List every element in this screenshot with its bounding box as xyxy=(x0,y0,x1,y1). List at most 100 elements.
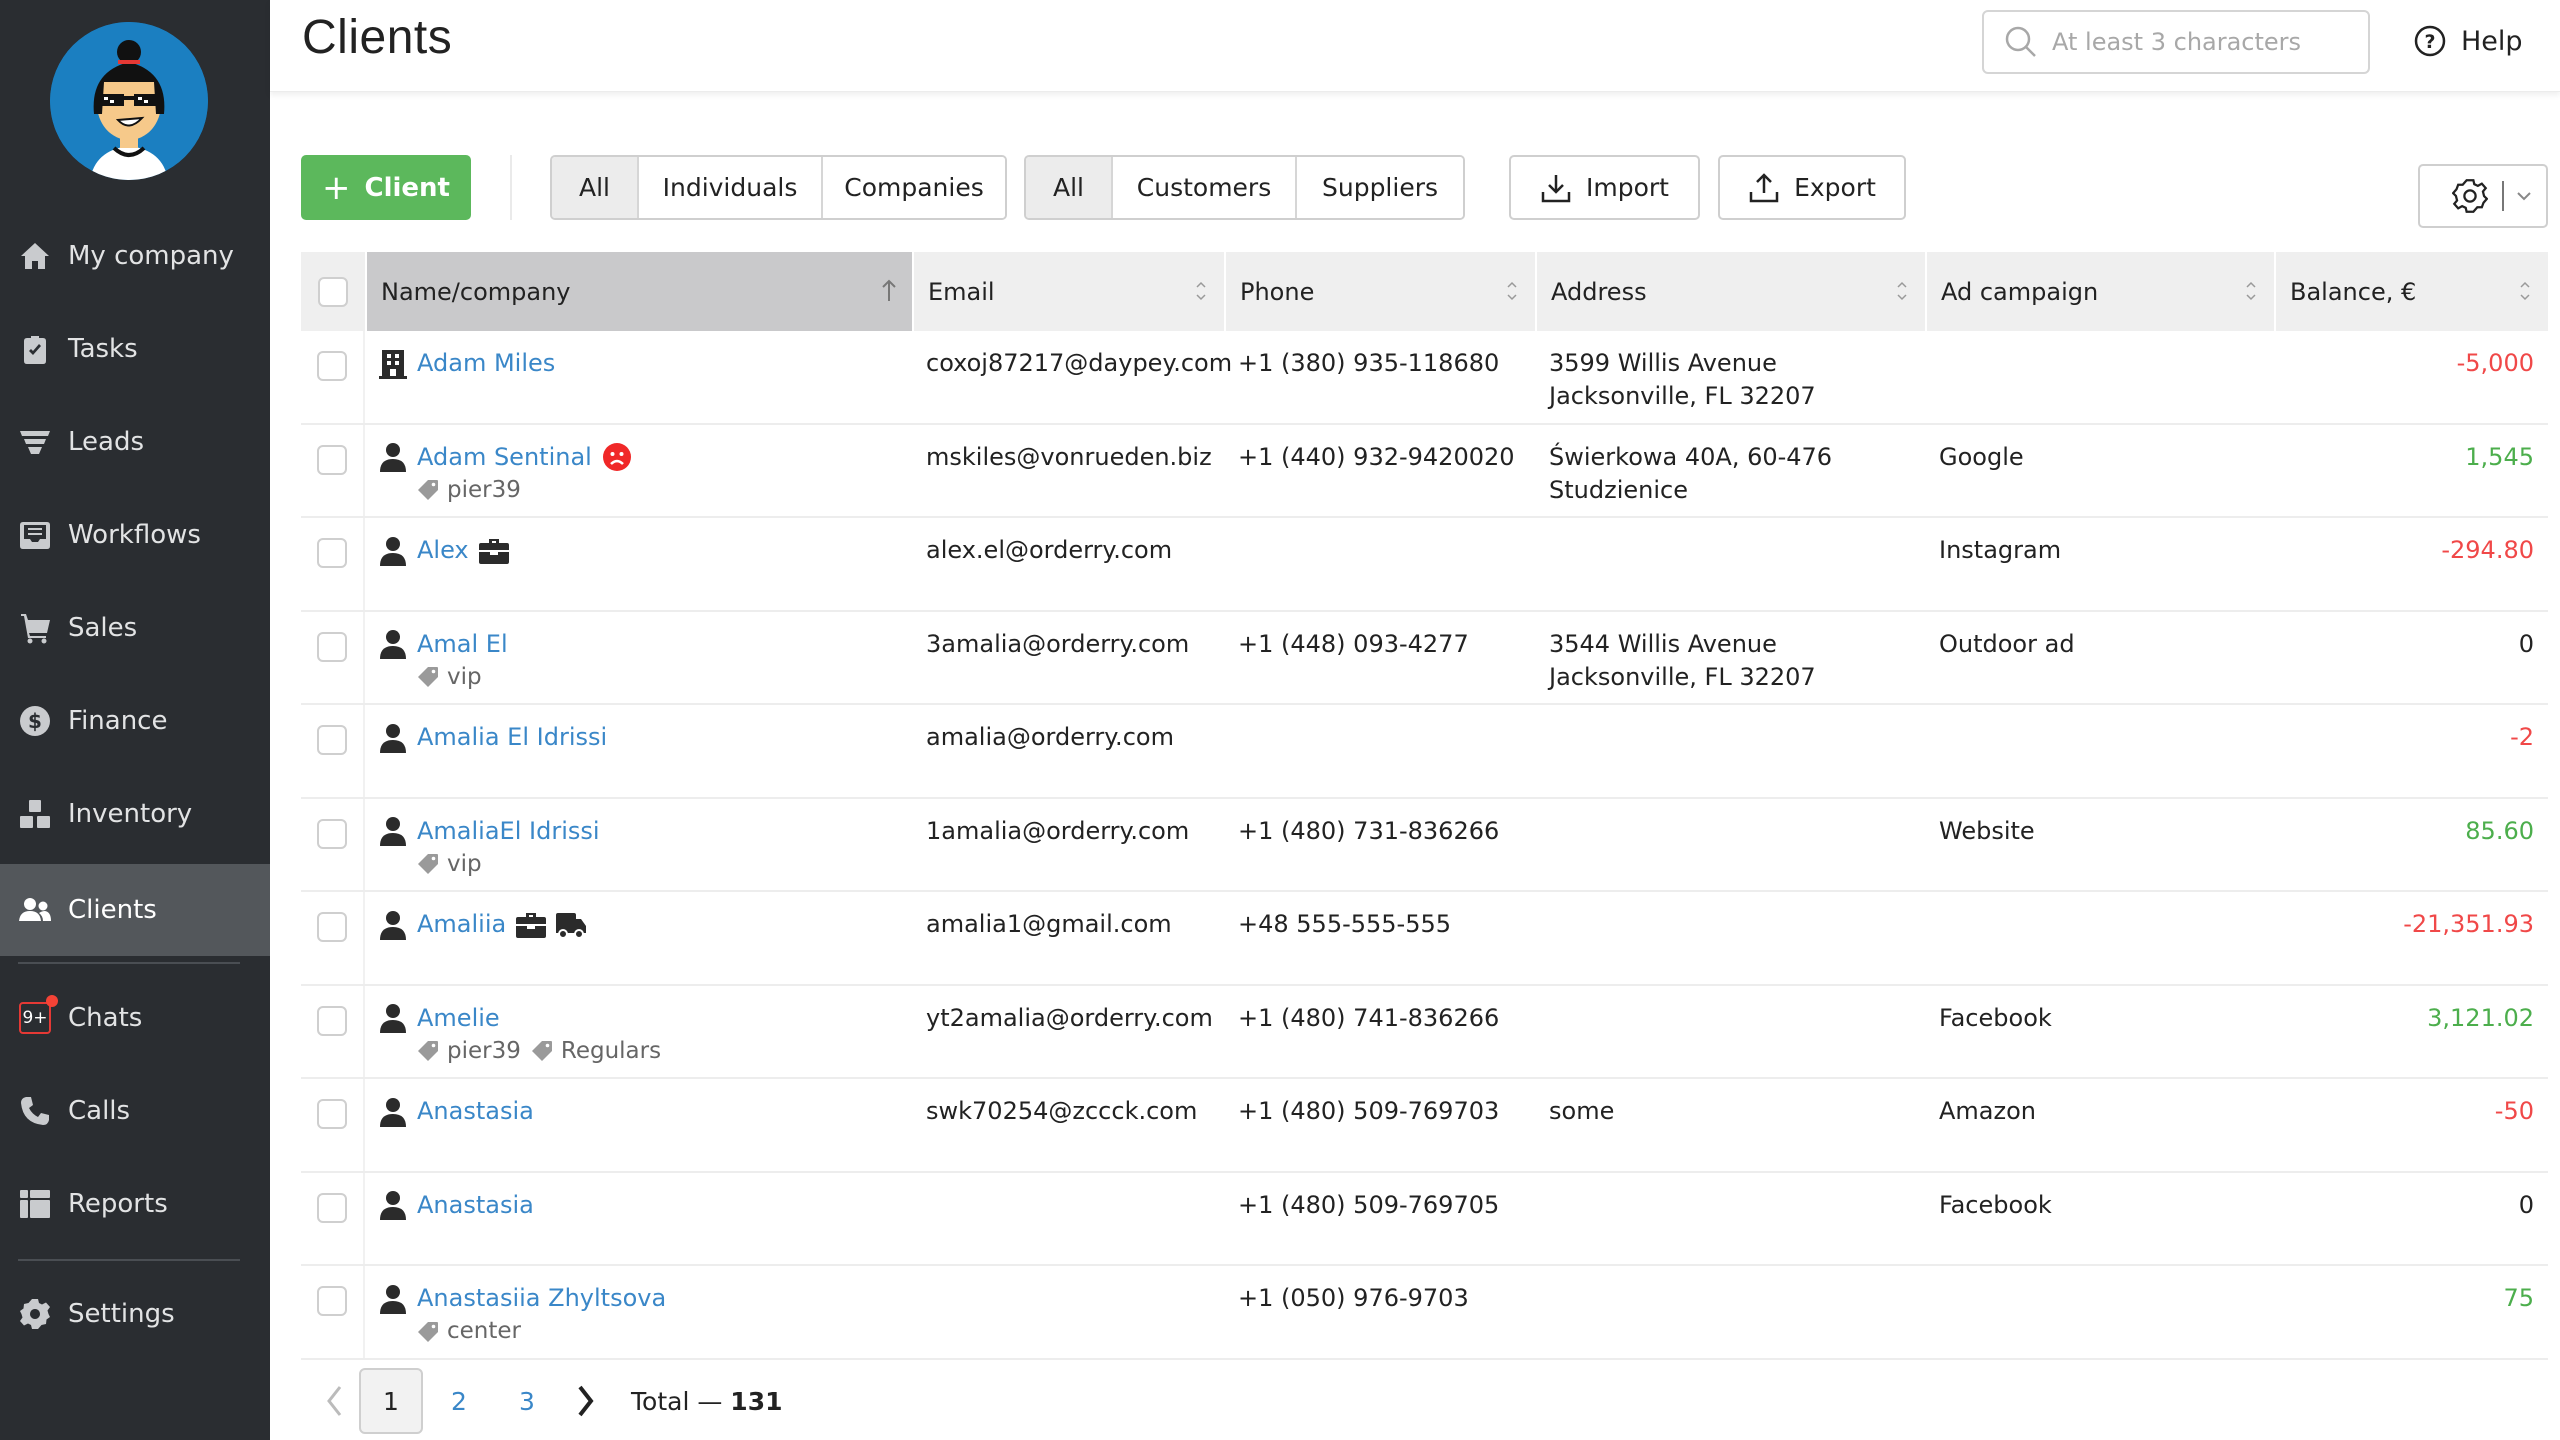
client-name-link[interactable]: Adam Miles xyxy=(417,347,555,380)
column-header-address[interactable]: Address xyxy=(1535,252,1925,331)
sidebar-item-tasks[interactable]: Tasks xyxy=(0,303,270,395)
table-row[interactable]: Amalia El Idrissi amalia@orderry.com -2 xyxy=(301,705,2548,799)
table-row[interactable]: Adam Miles coxoj87217@daypey.com +1 (380) … xyxy=(301,331,2548,425)
table-row[interactable]: Anastasia swk70254@zccck.com +1 (480) 509-… xyxy=(301,1079,2548,1173)
tag-label: vip xyxy=(447,850,482,877)
users-icon xyxy=(18,893,52,927)
client-name-link[interactable]: Anastasiia Zhyltsova xyxy=(417,1282,666,1315)
client-role-filter: All Customers Suppliers xyxy=(1024,155,1465,220)
table-row[interactable]: Adam Sentinal pier39 mskiles@vonrueden.biz… xyxy=(301,424,2548,518)
balance-cell: -2 xyxy=(2510,723,2534,751)
row-checkbox[interactable] xyxy=(317,1192,347,1223)
name-cell: Amalia El Idrissi xyxy=(365,705,912,797)
page-2-button[interactable]: 2 xyxy=(427,1368,491,1434)
table-row[interactable]: AmaliaEl Idrissi vip 1amalia@orderry.com +1… xyxy=(301,798,2548,892)
import-label: Import xyxy=(1586,173,1669,202)
sidebar-item-settings[interactable]: Settings xyxy=(0,1268,270,1360)
sidebar-item-finance[interactable]: $ Finance xyxy=(0,675,270,767)
row-checkbox[interactable] xyxy=(317,912,347,942)
person-icon xyxy=(379,442,407,472)
filter-type-individuals[interactable]: Individuals xyxy=(637,157,821,218)
sidebar-item-leads[interactable]: Leads xyxy=(0,396,270,488)
row-checkbox[interactable] xyxy=(317,1286,347,1316)
table-row[interactable]: Amal El vip 3amalia@orderry.com +1 (448) 09… xyxy=(301,611,2548,705)
sidebar-item-label: Clients xyxy=(68,895,157,925)
sidebar-item-workflows[interactable]: Workflows xyxy=(0,489,270,581)
email-cell: amalia@orderry.com xyxy=(926,723,1174,751)
row-checkbox[interactable] xyxy=(317,818,347,849)
row-checkbox[interactable] xyxy=(317,725,347,755)
table-row[interactable]: Alex alex.el@orderry.com Instagram -294.80 xyxy=(301,518,2548,612)
table-row[interactable]: Anastasia +1 (480) 509-769705 Facebook 0 xyxy=(301,1172,2548,1266)
sidebar-item-calls[interactable]: Calls xyxy=(0,1065,270,1157)
sidebar-item-inventory[interactable]: Inventory xyxy=(0,768,270,860)
column-header-phone[interactable]: Phone xyxy=(1224,252,1535,331)
client-name-link[interactable]: Amal El xyxy=(417,628,508,661)
client-name-link[interactable]: Amalia El Idrissi xyxy=(417,721,607,754)
page-3-button[interactable]: 3 xyxy=(495,1368,559,1434)
row-checkbox[interactable] xyxy=(317,351,347,381)
export-button[interactable]: Export xyxy=(1718,155,1906,220)
select-all-checkbox[interactable] xyxy=(318,276,348,307)
search-box[interactable] xyxy=(1982,10,2370,74)
filter-role-all[interactable]: All xyxy=(1026,157,1111,218)
row-checkbox[interactable] xyxy=(317,444,347,475)
client-name-link[interactable]: Adam Sentinal xyxy=(417,441,592,474)
table-settings-button[interactable] xyxy=(2418,164,2548,228)
column-header-email[interactable]: Email xyxy=(912,252,1224,331)
next-page-icon[interactable] xyxy=(565,1381,605,1421)
client-name-link[interactable]: Anastasia xyxy=(417,1095,534,1128)
row-checkbox[interactable] xyxy=(317,1099,347,1129)
search-input[interactable] xyxy=(2052,28,2352,56)
tag[interactable]: vip xyxy=(417,661,482,694)
column-label: Phone xyxy=(1240,277,1315,306)
balance-cell: -294.80 xyxy=(2441,536,2534,564)
filter-type-companies[interactable]: Companies xyxy=(821,157,1005,218)
address-cell xyxy=(1535,1266,1925,1358)
tag-label: pier39 xyxy=(447,1037,521,1064)
tag-list: vip xyxy=(417,848,912,881)
client-name-link[interactable]: Alex xyxy=(417,534,469,567)
person-icon xyxy=(379,910,407,940)
name-cell: Anastasia xyxy=(365,1173,912,1265)
phone-cell: +1 (440) 932-9420020 xyxy=(1238,442,1515,471)
import-button[interactable]: Import xyxy=(1509,155,1700,220)
sidebar-item-sales[interactable]: Sales xyxy=(0,582,270,674)
tag[interactable]: center xyxy=(417,1315,521,1348)
column-header-name[interactable]: Name/company xyxy=(365,252,912,331)
tag[interactable]: vip xyxy=(417,848,482,881)
previous-page-icon[interactable] xyxy=(315,1381,355,1421)
page-1-button[interactable]: 1 xyxy=(359,1368,423,1434)
tag[interactable]: Regulars xyxy=(531,1035,661,1068)
sort-icon xyxy=(1196,281,1206,301)
sidebar-item-reports[interactable]: Reports xyxy=(0,1158,270,1250)
filter-type-all[interactable]: All xyxy=(552,157,637,218)
tag[interactable]: pier39 xyxy=(417,474,521,507)
sidebar-item-clients[interactable]: Clients xyxy=(0,864,270,956)
client-name-link[interactable]: AmaliaEl Idrissi xyxy=(417,815,600,848)
row-checkbox[interactable] xyxy=(317,1005,347,1036)
table-row[interactable]: Anastasiia Zhyltsova center +1 (050) 976-9… xyxy=(301,1266,2548,1360)
user-avatar[interactable] xyxy=(50,22,208,180)
table-row[interactable]: Amaliia amalia1@gmail.com +48 555-555-555 -… xyxy=(301,892,2548,986)
client-name-link[interactable]: Amaliia xyxy=(417,908,506,941)
tag[interactable]: pier39 xyxy=(417,1035,521,1068)
filter-role-suppliers[interactable]: Suppliers xyxy=(1295,157,1463,218)
building-icon xyxy=(379,349,407,379)
help-link[interactable]: ? Help xyxy=(2413,24,2523,58)
table-row[interactable]: Amelie pier39 Regulars yt2amalia@orderry.co… xyxy=(301,985,2548,1079)
total-count: Total — 131 xyxy=(631,1386,783,1416)
sidebar-item-my-company[interactable]: My company xyxy=(0,210,270,302)
column-header-ad-campaign[interactable]: Ad campaign xyxy=(1925,252,2274,331)
sidebar-item-chats[interactable]: 9+ Chats xyxy=(0,972,270,1064)
client-name-link[interactable]: Amelie xyxy=(417,1002,500,1035)
row-checkbox[interactable] xyxy=(317,538,347,568)
row-checkbox-cell xyxy=(301,892,365,984)
name-cell: Alex xyxy=(365,518,912,610)
add-client-button[interactable]: + Client xyxy=(301,155,471,220)
row-checkbox[interactable] xyxy=(317,631,347,662)
filter-role-customers[interactable]: Customers xyxy=(1111,157,1295,218)
column-header-balance[interactable]: Balance, € xyxy=(2274,252,2548,331)
client-name-link[interactable]: Anastasia xyxy=(417,1189,534,1222)
row-checkbox-cell xyxy=(301,1172,365,1264)
